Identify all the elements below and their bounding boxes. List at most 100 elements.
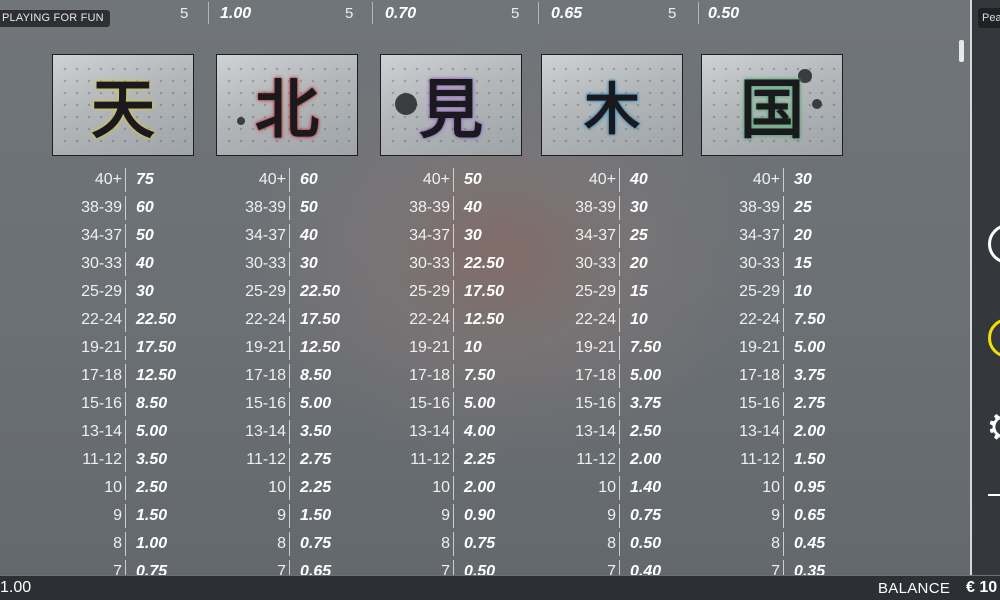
- payout-value: 50: [464, 171, 482, 188]
- paytable-row: 9 0.90: [356, 502, 516, 530]
- scrollbar-thumb[interactable]: [959, 40, 964, 62]
- paytable-row: 17-18 12.50: [28, 362, 188, 390]
- payout-value: 2.00: [630, 451, 662, 468]
- paytable-row: 11-12 2.75: [192, 446, 352, 474]
- kanji-symbol-3-icon: 見: [380, 54, 522, 156]
- symbol-count-range: 8: [441, 535, 450, 552]
- paytable-row: 34-37 20: [686, 222, 846, 250]
- row-divider: [289, 308, 290, 332]
- symbol-count-range: 13-14: [739, 423, 780, 440]
- payout-value: 1.00: [136, 535, 168, 552]
- paytable-row: 38-39 30: [522, 194, 682, 222]
- right-tab[interactable]: Pea: [978, 8, 1000, 28]
- payout-value: 7.50: [464, 367, 496, 384]
- paytable-row: 9 0.65: [686, 502, 846, 530]
- symbol-count-range: 30-33: [409, 255, 450, 272]
- row-divider: [783, 224, 784, 248]
- payout-value: 4.00: [464, 423, 496, 440]
- balance-label: BALANCE: [878, 580, 951, 597]
- paytable-row: 8 0.75: [192, 530, 352, 558]
- payout-value: 20: [630, 255, 648, 272]
- paytable-row: 17-18 8.50: [192, 362, 352, 390]
- row-divider: [619, 336, 620, 360]
- paytable-row: 19-21 10: [356, 334, 516, 362]
- symbol-count-range: 38-39: [245, 199, 286, 216]
- row-divider: [619, 476, 620, 500]
- symbol-count-range: 11-12: [246, 451, 286, 468]
- payout-value: 30: [630, 199, 648, 216]
- paytable-row: 30-33 40: [28, 250, 188, 278]
- paytable-row: 38-39 60: [28, 194, 188, 222]
- symbol-count-range: 13-14: [81, 423, 122, 440]
- payout-value: 0.75: [300, 535, 332, 552]
- balance-value: € 10: [966, 579, 998, 596]
- paytable-row: 13-14 3.50: [192, 418, 352, 446]
- symbol-count-range: 13-14: [409, 423, 450, 440]
- paytable-row: 38-39 25: [686, 194, 846, 222]
- symbol-count-range: 13-14: [575, 423, 616, 440]
- bottom-bar: 1.00 BALANCE € 10: [0, 575, 1000, 600]
- row-divider: [125, 476, 126, 500]
- symbol-count-range: 8: [277, 535, 286, 552]
- row-divider: [289, 420, 290, 444]
- gear-icon[interactable]: ⚙: [986, 408, 1000, 448]
- paytable-row: 30-33 30: [192, 250, 352, 278]
- symbol-count-range: 11-12: [740, 451, 780, 468]
- symbol-count-range: 11-12: [82, 451, 122, 468]
- payout-value: 1.50: [794, 451, 826, 468]
- payout-value: 0.65: [794, 507, 826, 524]
- symbol-column: 国: [701, 54, 843, 156]
- symbol-column: 天: [52, 54, 194, 156]
- payout-value: 2.00: [464, 479, 496, 496]
- row-divider: [619, 364, 620, 388]
- payout-value: 8.50: [300, 367, 332, 384]
- paytable-row: 34-37 30: [356, 222, 516, 250]
- symbol-count-range: 38-39: [81, 199, 122, 216]
- row-divider: [783, 364, 784, 388]
- paytable-row: 9 1.50: [28, 502, 188, 530]
- symbol-count-range: 8: [771, 535, 780, 552]
- row-divider: [619, 448, 620, 472]
- row-divider: [619, 280, 620, 304]
- symbol-count-range: 9: [441, 507, 450, 524]
- paytable-row: 40+ 40: [522, 166, 682, 194]
- row-divider: [619, 504, 620, 528]
- symbol-count-range: 17-18: [81, 367, 122, 384]
- symbol-count-range: 40+: [588, 171, 616, 188]
- paytable-row: 40+ 50: [356, 166, 516, 194]
- payout-value: 2.50: [136, 479, 168, 496]
- row-divider: [289, 532, 290, 556]
- paytable-row: 9 1.50: [192, 502, 352, 530]
- payout-value: 12.50: [464, 311, 505, 328]
- symbol-glyph: 天: [91, 73, 155, 148]
- row-divider: [125, 392, 126, 416]
- paytable-row: 8 0.45: [686, 530, 846, 558]
- row-divider: [289, 252, 290, 276]
- symbol-count-range: 25-29: [409, 283, 450, 300]
- symbol-glyph: 北: [255, 73, 319, 148]
- payout-value: 8.50: [136, 395, 168, 412]
- paytable-row: 34-37 50: [28, 222, 188, 250]
- symbol-count-range: 25-29: [245, 283, 286, 300]
- payout-value: 2.00: [794, 423, 826, 440]
- paytable-row: 40+ 30: [686, 166, 846, 194]
- row-divider: [783, 252, 784, 276]
- payout-value: 0.75: [630, 507, 662, 524]
- row-divider: [619, 224, 620, 248]
- payout-value: 3.50: [300, 423, 332, 440]
- row-divider: [453, 280, 454, 304]
- symbol-count-range: 15-16: [575, 395, 616, 412]
- payout-value: 0.90: [464, 507, 496, 524]
- row-divider: [783, 392, 784, 416]
- symbol-count-range: 11-12: [576, 451, 616, 468]
- symbol-count-range: 40+: [752, 171, 780, 188]
- menu-line-icon[interactable]: [988, 494, 1000, 496]
- symbol-column: 北: [216, 54, 358, 156]
- row-divider: [125, 196, 126, 220]
- paytable-row: 25-29 30: [28, 278, 188, 306]
- symbol-count-range: 40+: [94, 171, 122, 188]
- row-divider: [619, 252, 620, 276]
- row-divider: [289, 392, 290, 416]
- symbol-count-range: 34-37: [575, 227, 616, 244]
- row-divider: [453, 392, 454, 416]
